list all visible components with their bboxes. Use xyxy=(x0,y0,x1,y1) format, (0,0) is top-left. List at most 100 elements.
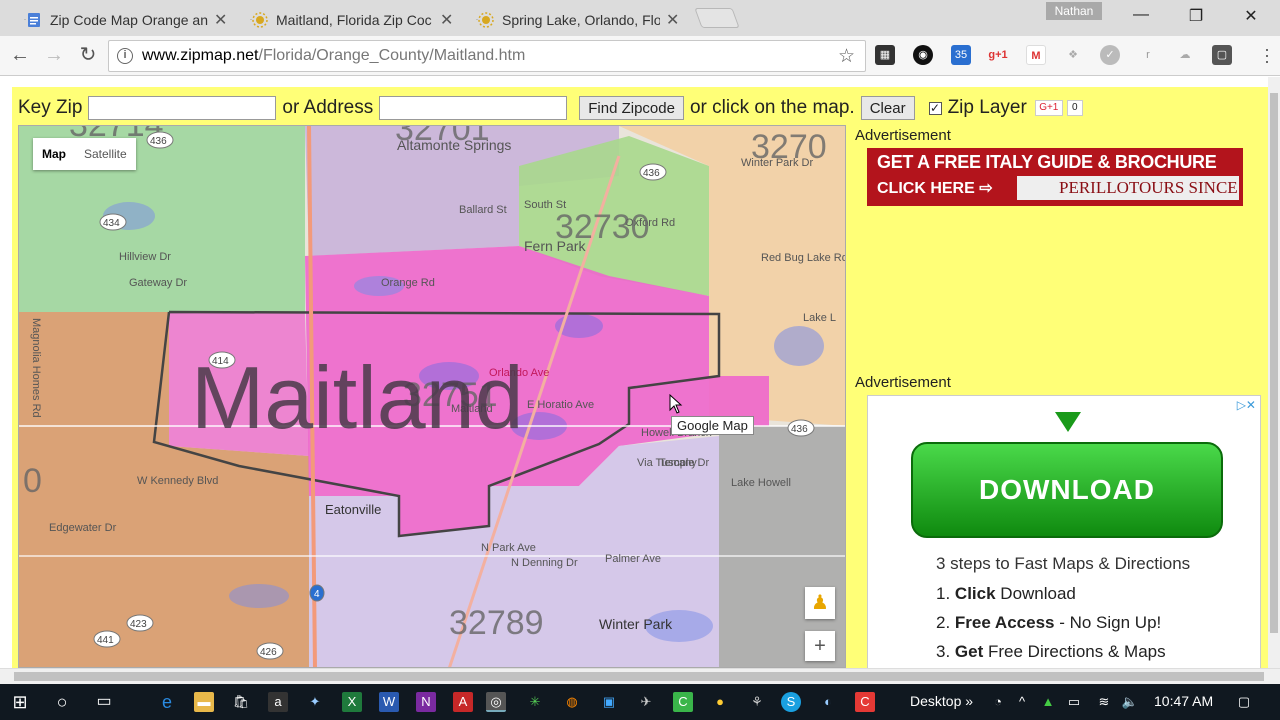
horizontal-scrollbar[interactable] xyxy=(0,668,1280,684)
bookmark-star-icon[interactable]: ☆ xyxy=(838,45,855,68)
dropbox-extension-icon[interactable]: ❖ xyxy=(1063,45,1083,65)
zip-layer-label: Zip Layer xyxy=(947,97,1027,118)
window-extension-icon[interactable]: ▢ xyxy=(1212,45,1232,65)
app-icon[interactable]: ✈ xyxy=(636,692,656,712)
chevron-up-icon[interactable]: ^ xyxy=(1012,692,1032,712)
list-item: 1. Click Download xyxy=(936,584,1076,603)
excel-icon[interactable]: X xyxy=(342,692,362,712)
download-button[interactable]: DOWNLOAD xyxy=(911,442,1223,538)
mouse-cursor-icon xyxy=(669,394,683,414)
google-plus-button[interactable]: G+1 xyxy=(1034,100,1063,116)
task-view-icon[interactable]: ▭ xyxy=(94,692,114,712)
zoom-in-button[interactable]: + xyxy=(805,631,835,661)
tab-spring-lake[interactable]: Spring Lake, Orlando, Flo ✕ xyxy=(466,3,692,36)
map-type-satellite-button[interactable]: Satellite xyxy=(75,147,136,161)
firefox-icon[interactable]: ◍ xyxy=(562,692,582,712)
color-picker-extension-icon[interactable]: ◉ xyxy=(913,45,933,65)
skype-icon[interactable]: S xyxy=(781,692,801,712)
url-path: /Florida/Orange_County/Maitland.htm xyxy=(258,47,526,64)
restore-icon[interactable]: ❐ xyxy=(1181,6,1211,26)
app-icon[interactable]: ✦ xyxy=(305,692,325,712)
cloud-extension-icon[interactable]: ☁ xyxy=(1175,45,1195,65)
volume-icon[interactable]: 🔈 xyxy=(1120,692,1140,712)
tab-maitland[interactable]: Maitland, Florida Zip Coc ✕ xyxy=(240,3,466,36)
camtasia-icon[interactable]: C xyxy=(673,692,693,712)
chrome-icon[interactable]: ◎ xyxy=(486,692,506,712)
app-icon[interactable]: ✳ xyxy=(525,692,545,712)
scroll-thumb[interactable] xyxy=(1270,93,1278,633)
close-icon[interactable]: ✕ xyxy=(440,10,453,30)
app-icon[interactable]: C xyxy=(855,692,875,712)
battery-icon[interactable]: ▭ xyxy=(1064,692,1084,712)
clear-button[interactable]: Clear xyxy=(860,96,915,120)
zip-code-map[interactable]: Altamonte Springs Fern Park Hillview Dr … xyxy=(18,125,846,668)
map-canvas[interactable]: Altamonte Springs Fern Park Hillview Dr … xyxy=(19,126,846,668)
svg-text:423: 423 xyxy=(130,619,147,630)
menu-dots-icon[interactable]: · · · xyxy=(1264,40,1270,70)
vertical-scrollbar[interactable] xyxy=(1268,77,1280,668)
r-extension-icon[interactable]: r xyxy=(1138,45,1158,65)
edge-icon[interactable]: e xyxy=(157,692,177,712)
place-label: Magnolia Homes Rd xyxy=(30,318,42,418)
address-bar[interactable]: i www.zipmap.net/Florida/Orange_County/M… xyxy=(108,40,866,72)
zip-label: 32730 xyxy=(555,208,650,246)
download-maps-ad[interactable]: ▷✕ DOWNLOAD 3 steps to Fast Maps & Direc… xyxy=(867,395,1261,668)
route-shield: 436 xyxy=(146,131,174,149)
close-window-icon[interactable]: ✕ xyxy=(1236,6,1266,26)
store-icon[interactable]: 🛍 xyxy=(231,692,251,712)
place-label: Via Tuscany xyxy=(637,457,697,469)
info-icon[interactable]: i xyxy=(117,48,133,64)
acrobat-icon[interactable]: A xyxy=(453,692,473,712)
key-zip-input[interactable] xyxy=(88,96,277,120)
app-icon[interactable]: ▣ xyxy=(599,692,619,712)
gmail-extension-icon[interactable]: M xyxy=(1026,45,1046,65)
user-profile-badge[interactable]: Nathan xyxy=(1046,2,1102,20)
find-zipcode-button[interactable]: Find Zipcode xyxy=(579,96,684,120)
scroll-thumb[interactable] xyxy=(14,672,1264,681)
app-tray-icon[interactable]: ◔ xyxy=(988,692,1008,712)
route-shield: 414 xyxy=(208,351,236,369)
route-shield: 4 xyxy=(309,584,325,602)
calendar-extension-icon[interactable]: 35 xyxy=(951,45,971,65)
map-type-map-button[interactable]: Map xyxy=(33,147,75,161)
minimize-icon[interactable]: — xyxy=(1126,6,1156,24)
close-icon[interactable]: ✕ xyxy=(214,10,227,30)
clock[interactable]: 10:47 AM xyxy=(1154,693,1213,709)
desktop-toolbar-label[interactable]: Desktop » xyxy=(910,693,973,709)
svg-text:4: 4 xyxy=(314,589,320,600)
tab-zip-code-map[interactable]: Zip Code Map Orange and ✕ xyxy=(14,3,240,36)
windows-start-icon[interactable]: ⊞ xyxy=(10,692,30,712)
app-icon[interactable]: ◐ xyxy=(818,692,838,712)
ad-choices-icon[interactable]: ▷✕ xyxy=(1237,398,1256,412)
close-icon[interactable]: ✕ xyxy=(666,10,679,30)
new-tab-button[interactable] xyxy=(694,8,740,28)
or-address-label: or Address xyxy=(282,97,374,118)
file-explorer-icon[interactable]: ▬ xyxy=(194,692,214,712)
street-view-pegman-icon[interactable]: ♟ xyxy=(805,587,835,619)
drive-icon[interactable]: ▲ xyxy=(1038,692,1058,712)
advertisement-label: Advertisement xyxy=(855,374,951,391)
place-label: Lake Howell xyxy=(731,477,791,489)
amazon-icon[interactable]: a xyxy=(268,692,288,712)
italy-tour-ad[interactable]: GET A FREE ITALY GUIDE & BROCHURE CLICK … xyxy=(867,148,1243,206)
word-icon[interactable]: W xyxy=(379,692,399,712)
app-icon[interactable]: ⚘ xyxy=(747,692,767,712)
zip-label: 32789 xyxy=(449,604,544,642)
map-title: Maitland xyxy=(191,348,524,447)
film-extension-icon[interactable]: ▦ xyxy=(875,45,895,65)
notification-icon[interactable]: ▢ xyxy=(1234,692,1254,712)
app-icon[interactable]: ● xyxy=(710,692,730,712)
place-label: E Horatio Ave xyxy=(527,399,594,411)
forward-arrow-icon[interactable]: → xyxy=(42,44,66,66)
place-label: Eatonville xyxy=(325,502,381,517)
reload-icon[interactable]: ↻ xyxy=(76,44,100,66)
wifi-icon[interactable]: ≋ xyxy=(1094,692,1114,712)
address-input[interactable] xyxy=(379,96,568,120)
vimeo-extension-icon[interactable]: ✓ xyxy=(1100,45,1120,65)
back-arrow-icon[interactable]: ← xyxy=(8,44,32,66)
google-plus-extension-icon[interactable]: g+1 xyxy=(988,45,1008,65)
zip-layer-checkbox[interactable]: ✓ xyxy=(928,101,942,115)
cortana-icon[interactable]: ○ xyxy=(52,692,72,712)
ad-headline: GET A FREE ITALY GUIDE & BROCHURE xyxy=(877,152,1217,172)
onenote-icon[interactable]: N xyxy=(416,692,436,712)
